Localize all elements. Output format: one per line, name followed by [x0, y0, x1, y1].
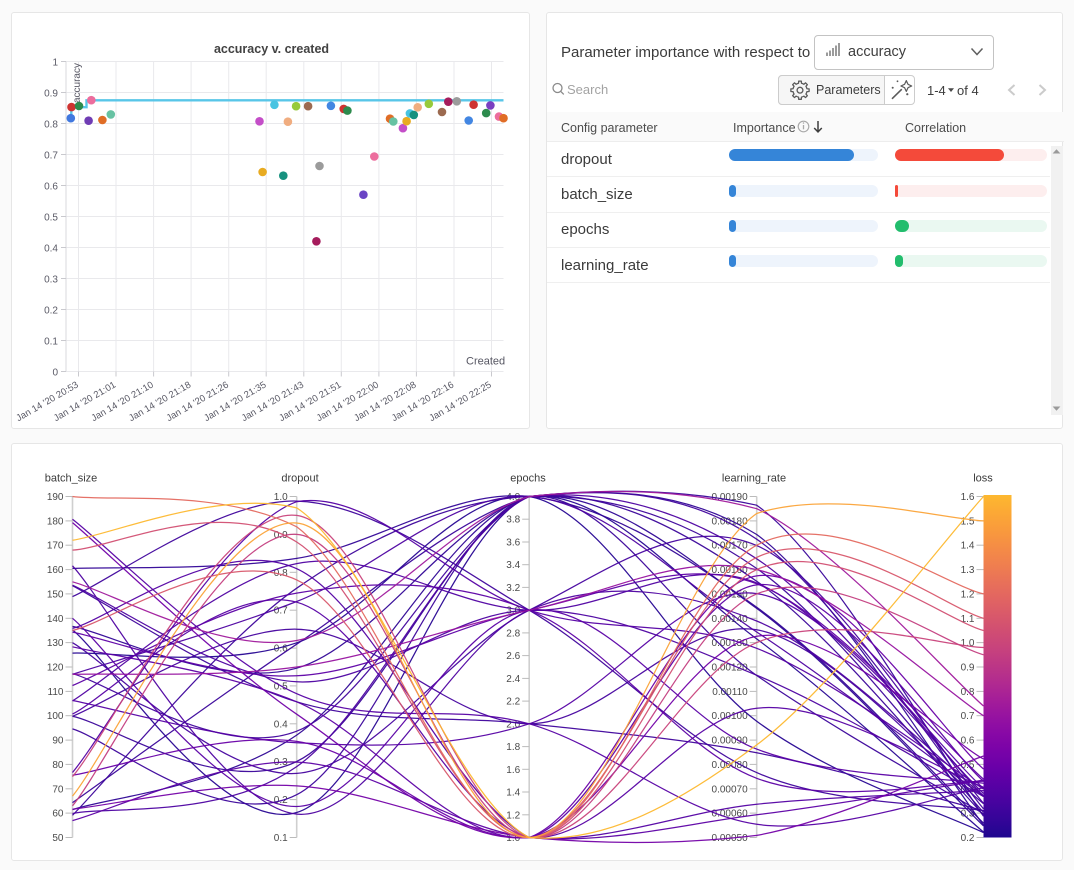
svg-text:120: 120 — [47, 663, 64, 674]
svg-text:1.3: 1.3 — [961, 565, 975, 576]
svg-text:0.8: 0.8 — [44, 119, 58, 130]
svg-text:0.00110: 0.00110 — [712, 687, 748, 698]
svg-text:accuracy v. created: accuracy v. created — [214, 42, 329, 56]
svg-text:1.6: 1.6 — [961, 492, 975, 503]
svg-text:accuracy: accuracy — [72, 63, 83, 103]
svg-text:1.8: 1.8 — [506, 742, 520, 753]
svg-text:0.00070: 0.00070 — [712, 784, 749, 795]
svg-text:3.6: 3.6 — [506, 538, 520, 549]
svg-text:0.1: 0.1 — [44, 336, 58, 347]
svg-text:190: 190 — [47, 492, 64, 503]
svg-text:3.4: 3.4 — [506, 560, 520, 571]
svg-text:3.2: 3.2 — [506, 583, 520, 594]
svg-text:2.2: 2.2 — [506, 697, 520, 708]
svg-text:0.2: 0.2 — [961, 833, 975, 844]
svg-text:0.00090: 0.00090 — [712, 736, 749, 747]
svg-text:100: 100 — [47, 711, 64, 722]
svg-text:1.4: 1.4 — [961, 541, 975, 552]
svg-text:1.1: 1.1 — [961, 614, 975, 625]
svg-text:0.9: 0.9 — [44, 88, 58, 99]
svg-text:90: 90 — [52, 736, 64, 747]
svg-text:1.6: 1.6 — [506, 765, 520, 776]
svg-text:batch_size: batch_size — [45, 473, 98, 485]
svg-text:0.00100: 0.00100 — [712, 711, 749, 722]
svg-text:130: 130 — [47, 638, 64, 649]
svg-text:0: 0 — [52, 367, 58, 378]
svg-text:0.9: 0.9 — [961, 663, 975, 674]
svg-text:3.8: 3.8 — [506, 515, 520, 526]
svg-text:0.6: 0.6 — [44, 181, 58, 192]
svg-text:learning_rate: learning_rate — [722, 473, 786, 485]
svg-text:dropout: dropout — [281, 473, 318, 485]
svg-text:160: 160 — [47, 565, 64, 576]
svg-text:150: 150 — [47, 589, 64, 600]
svg-text:140: 140 — [47, 614, 64, 625]
svg-text:180: 180 — [47, 516, 64, 527]
svg-text:50: 50 — [52, 833, 64, 844]
svg-text:0.4: 0.4 — [44, 243, 58, 254]
svg-text:2.6: 2.6 — [506, 651, 520, 662]
svg-text:70: 70 — [52, 784, 64, 795]
svg-text:60: 60 — [52, 809, 64, 820]
svg-text:1.4: 1.4 — [506, 788, 520, 799]
svg-text:epochs: epochs — [510, 473, 546, 485]
svg-text:0.2: 0.2 — [44, 305, 58, 316]
svg-text:0.4: 0.4 — [274, 719, 288, 730]
svg-text:2.4: 2.4 — [506, 674, 520, 685]
svg-text:0.7: 0.7 — [961, 711, 975, 722]
svg-text:0.3: 0.3 — [44, 274, 58, 285]
svg-text:1: 1 — [52, 57, 58, 68]
svg-text:0.7: 0.7 — [44, 150, 58, 161]
svg-text:2.8: 2.8 — [506, 628, 520, 639]
svg-text:110: 110 — [48, 687, 64, 698]
svg-text:Jan 14 '20 20:53: Jan 14 '20 20:53 — [14, 380, 80, 425]
svg-text:1.2: 1.2 — [506, 810, 520, 821]
svg-text:1.0: 1.0 — [961, 638, 975, 649]
svg-text:0.5: 0.5 — [44, 212, 58, 223]
svg-text:0.1: 0.1 — [274, 833, 288, 844]
svg-text:170: 170 — [47, 541, 64, 552]
svg-text:80: 80 — [52, 760, 64, 771]
svg-text:loss: loss — [973, 473, 993, 485]
svg-text:Created: Created — [466, 356, 505, 368]
